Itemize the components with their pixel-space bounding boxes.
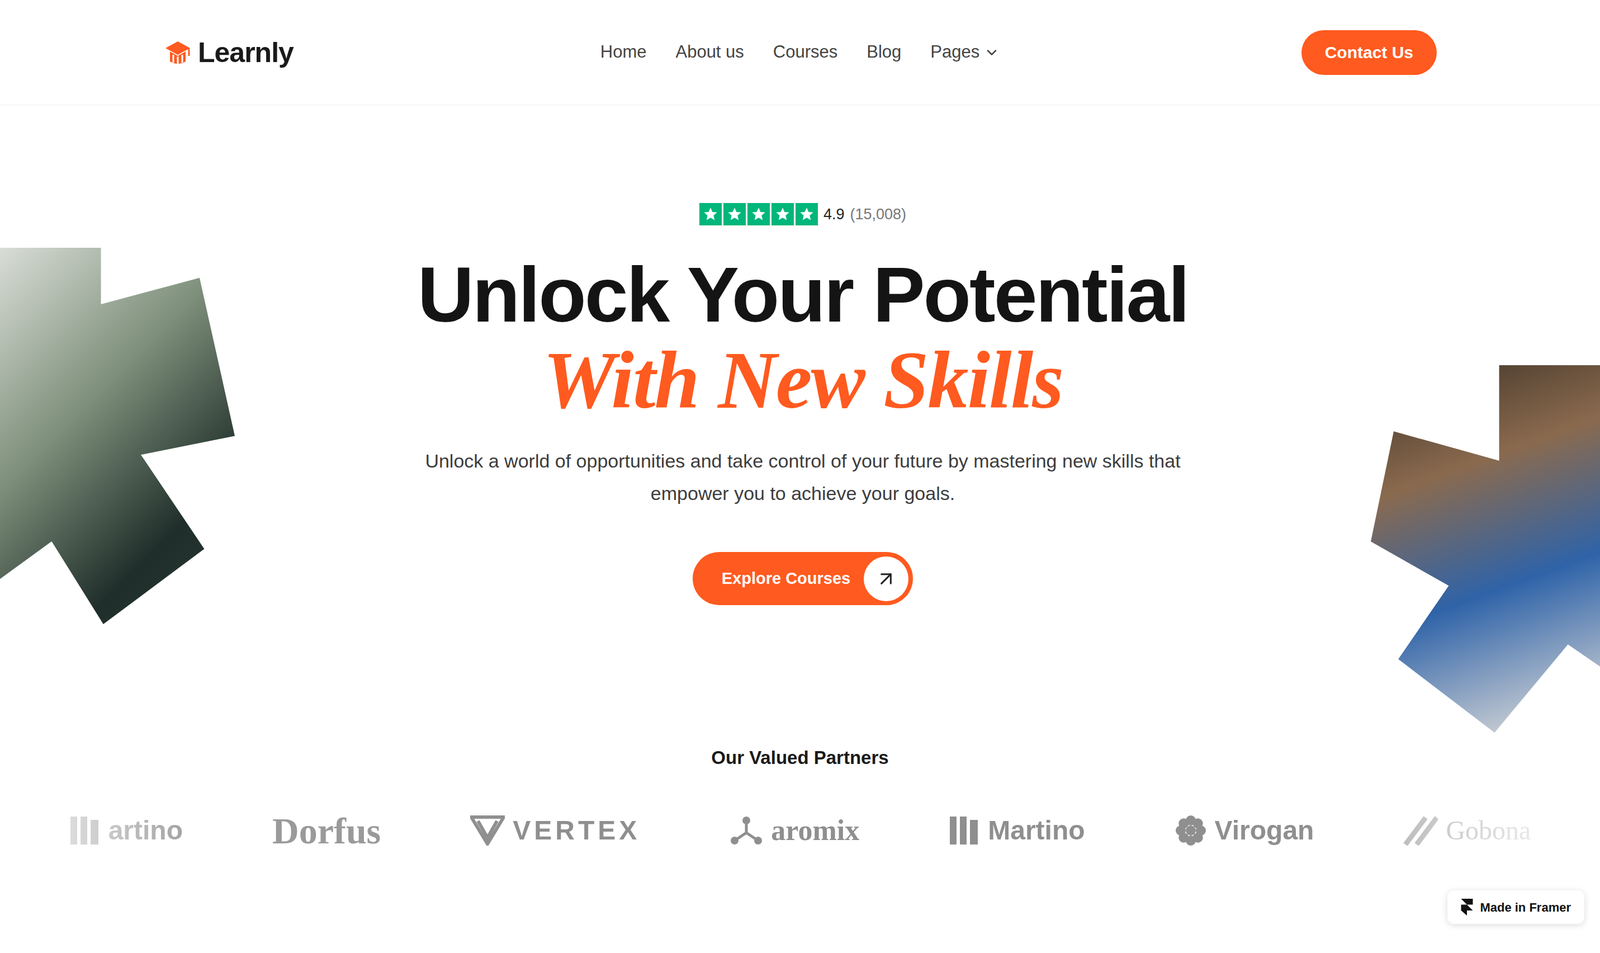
rating-count: (15,008) [849,202,907,226]
partner-logo: artino [69,810,183,851]
hero-highlight: With New Skills [542,337,1063,424]
arrow-circle [863,556,909,601]
star-row [699,202,818,226]
partner-logo: Virogan [1174,810,1315,851]
partner-logo: Dorfus [272,802,381,859]
framer-badge-label: Made in Framer [1479,897,1571,917]
framer-icon [1460,898,1474,916]
nav-link[interactable]: Home [600,39,647,66]
explore-courses-button[interactable]: Explore Courses [692,551,913,605]
flower-icon [1174,813,1207,847]
brand-name: Learnly [197,38,294,67]
graduation-cap-icon [163,38,193,68]
main-nav: Home About us Courses Blog Pages [600,39,1000,66]
star-icon [726,206,743,222]
bars-icon [948,815,981,846]
header: Learnly Home About us Courses Blog Pages Conta… [0,0,1600,106]
hero-photo-left [0,247,235,624]
nav-link[interactable]: About us [675,39,744,66]
partner-name: artino [108,810,183,851]
aromix-icon [729,814,764,846]
partner-logo: Martino [948,810,1085,851]
arrow-up-right-icon [874,567,898,590]
partner-name: VERTEX [512,810,641,851]
bars-icon [69,815,101,846]
framer-badge[interactable]: Made in Framer [1447,890,1585,924]
star-icon [774,206,791,222]
star-icon [798,206,815,222]
partner-name: Gobona [1445,810,1531,851]
partner-name: aromix [770,808,860,852]
partner-name: Dorfus [272,802,381,859]
rating: 4.9(15,008) [699,202,907,226]
nav-link[interactable]: Blog [866,39,902,66]
hero: 4.9(15,008) Unlock Your PotentialWith New… [0,105,1600,733]
partner-logos: artino Dorfus VERTEX aromix Martino Virogan Go… [0,802,1600,859]
star-box [699,202,722,226]
hero-subtitle: Unlock a world of opportunities and take… [422,444,1183,510]
star-box [747,202,770,226]
partners: Our Valued Partners artino Dorfus VERTEX aro… [0,743,1600,859]
chevron-down-icon [983,44,1000,61]
hero-content: 4.9(15,008) Unlock Your PotentialWith New… [234,202,1371,733]
star-box [771,202,794,226]
star-box [795,202,818,226]
page: Learnly Home About us Courses Blog Pages Conta… [0,0,1600,953]
star-icon [750,206,767,222]
partner-name: Virogan [1214,810,1315,851]
slash-icon [1403,815,1438,846]
nav-link[interactable]: Pages [930,39,1000,66]
partner-name: Martino [987,810,1085,851]
partner-logo: VERTEX [470,810,641,851]
rating-score: 4.9 [823,202,845,226]
hero-photo-right [1370,365,1600,733]
partners-title: Our Valued Partners [711,743,889,772]
explore-courses-label: Explore Courses [721,566,851,591]
hero-title: Unlock Your Potential [417,251,1189,338]
star-box [723,202,746,226]
nav-link[interactable]: Courses [773,39,838,66]
partner-logo: aromix [729,808,860,852]
vertex-icon [470,815,505,846]
partner-logo: Gobona [1403,810,1531,851]
contact-button[interactable]: Contact Us [1301,30,1437,75]
brand-logo[interactable]: Learnly [163,38,601,68]
star-icon [702,206,719,222]
